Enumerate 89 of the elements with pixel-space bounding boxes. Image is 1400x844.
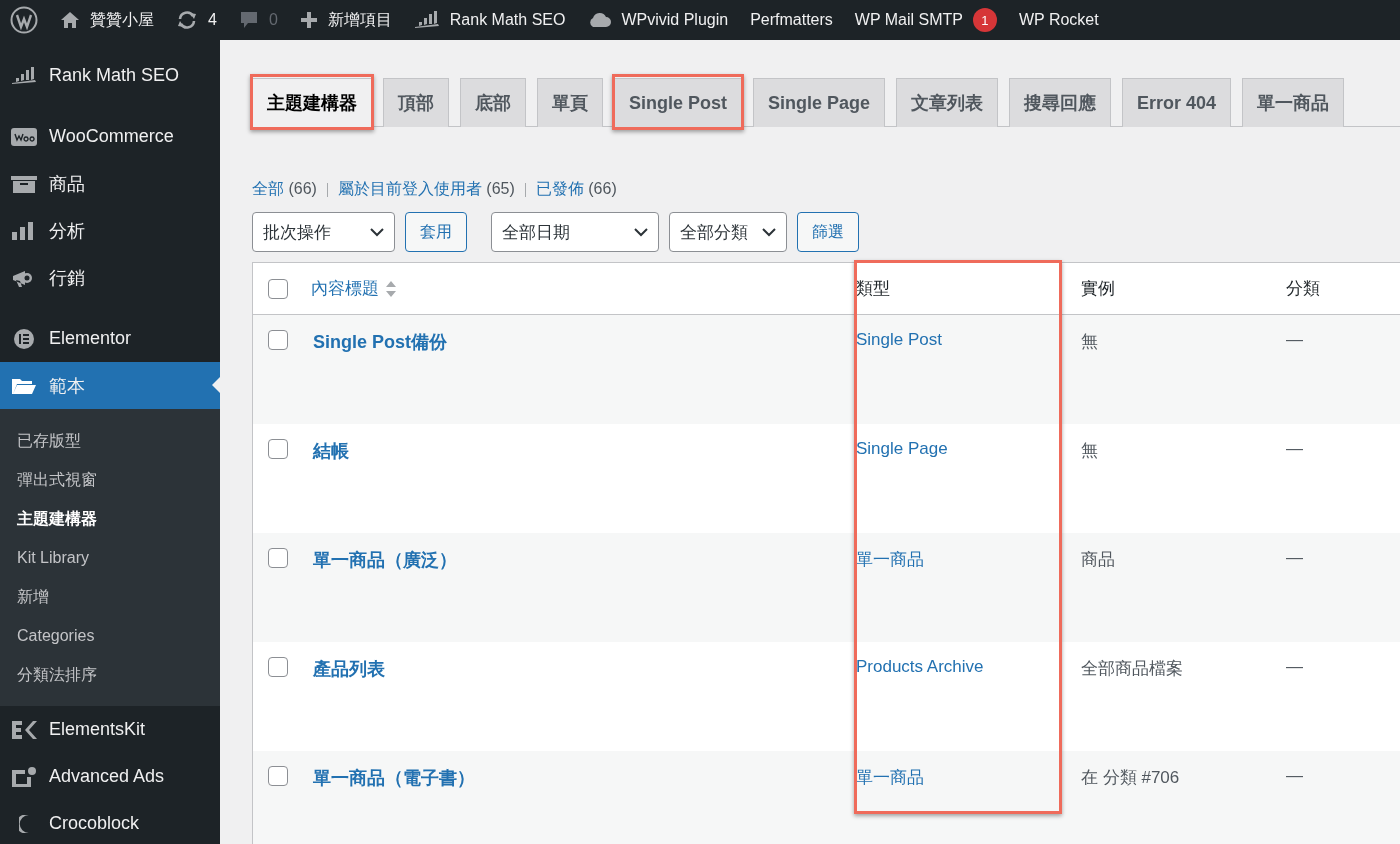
- tab[interactable]: 單一商品: [1242, 78, 1345, 127]
- tab[interactable]: Single Page: [753, 78, 886, 127]
- table-cell-text: 商品: [1081, 549, 1116, 571]
- checkbox[interactable]: [268, 278, 288, 299]
- chart-icon: [11, 65, 37, 86]
- toolbar-link[interactable]: 4: [208, 11, 217, 29]
- view-link[interactable]: 全部: [252, 180, 284, 197]
- dropdown[interactable]: 批次操作: [252, 212, 395, 252]
- chevron-down-icon: [370, 227, 384, 237]
- cloud-icon: [587, 11, 612, 29]
- tab[interactable]: 文章列表: [896, 78, 999, 127]
- refresh-icon: [176, 10, 198, 30]
- checkbox[interactable]: [268, 439, 288, 459]
- view-count: (66): [588, 180, 617, 197]
- toolbar-link[interactable]: Perfmatters: [750, 11, 833, 29]
- view-count: (65): [486, 180, 515, 197]
- toolbar-link[interactable]: 新增項目: [327, 9, 392, 31]
- table-cell-text: —: [1286, 766, 1304, 786]
- checkbox[interactable]: [268, 766, 288, 786]
- toolbar-link[interactable]: WP Rocket: [1018, 11, 1099, 29]
- template-title-link[interactable]: 結帳: [313, 439, 856, 463]
- comment-icon: [238, 10, 259, 30]
- chevron-down-icon: [762, 227, 776, 237]
- dropdown[interactable]: 全部日期: [491, 212, 659, 252]
- template-title-link[interactable]: 產品列表: [313, 657, 856, 681]
- table-cell-text: 無: [1081, 331, 1099, 353]
- checkbox[interactable]: [268, 657, 288, 677]
- sidebar-item[interactable]: 商品: [0, 160, 220, 207]
- wordpress-logo-icon[interactable]: [10, 6, 38, 34]
- submenu-item[interactable]: 主題建構器: [0, 499, 220, 538]
- type-link[interactable]: 單一商品: [856, 548, 1081, 571]
- type-link[interactable]: Products Archive: [856, 657, 1081, 677]
- type-link[interactable]: Single Post: [856, 330, 1081, 350]
- tab[interactable]: 頂部: [383, 78, 449, 127]
- plus-icon: [299, 11, 318, 29]
- toolbar-link[interactable]: WPvivid Plugin: [621, 11, 729, 29]
- notification-badge: 1: [972, 8, 997, 32]
- table-cell-text: —: [1286, 439, 1304, 459]
- submenu-item[interactable]: Categories: [0, 616, 220, 655]
- column-header: 類型: [856, 278, 891, 300]
- sidebar-item[interactable]: 範本: [0, 362, 220, 409]
- toolbar-link[interactable]: 贊贊小屋: [90, 9, 154, 31]
- table-cell-text: —: [1286, 548, 1304, 568]
- column-header: 實例: [1081, 278, 1116, 300]
- chevron-down-icon: [634, 227, 648, 237]
- template-title-link[interactable]: 單一商品（廣泛）: [313, 548, 856, 572]
- chart-icon: [413, 10, 440, 30]
- checkbox[interactable]: [268, 330, 288, 350]
- home-icon: [60, 10, 80, 30]
- sidebar-item[interactable]: Crocoblock: [0, 800, 220, 844]
- sidebar-item[interactable]: ElementsKit: [0, 706, 220, 753]
- table-cell-text: —: [1286, 330, 1304, 350]
- submenu-item[interactable]: 已存版型: [0, 421, 220, 460]
- template-title-link[interactable]: 單一商品（電子書）: [313, 766, 856, 790]
- tab[interactable]: 搜尋回應: [1009, 78, 1112, 127]
- submenu-item[interactable]: Kit Library: [0, 538, 220, 577]
- view-link[interactable]: 屬於目前登入使用者: [337, 180, 482, 197]
- tab[interactable]: 底部: [460, 78, 526, 127]
- submenu-item[interactable]: 分類法排序: [0, 655, 220, 694]
- dropdown[interactable]: 全部分類: [669, 212, 787, 252]
- checkbox[interactable]: [268, 548, 288, 568]
- filter-button[interactable]: 套用: [405, 212, 467, 252]
- toolbar-link[interactable]: Rank Math SEO: [449, 11, 566, 29]
- column-header[interactable]: 內容標題: [311, 277, 856, 300]
- tab[interactable]: 單頁: [537, 78, 603, 127]
- column-header: 分類: [1286, 278, 1321, 300]
- woo-icon: [11, 126, 37, 147]
- tab[interactable]: Error 404: [1122, 78, 1232, 127]
- box-icon: [11, 173, 37, 194]
- crescent-icon: [19, 814, 29, 833]
- type-link[interactable]: Single Page: [856, 439, 1081, 459]
- view-link[interactable]: 已發佈: [535, 180, 584, 197]
- toolbar-link[interactable]: WP Mail SMTP: [854, 11, 963, 29]
- sidebar-item[interactable]: Advanced Ads: [0, 753, 220, 800]
- table-cell-text: 無: [1081, 440, 1099, 462]
- sidebar-item[interactable]: 行銷: [0, 254, 220, 301]
- sidebar-item[interactable]: Elementor: [0, 315, 220, 362]
- submenu-item[interactable]: 新增: [0, 577, 220, 616]
- template-title-link[interactable]: Single Post備份: [313, 330, 856, 354]
- sidebar-item[interactable]: Rank Math SEO: [0, 52, 220, 99]
- table-cell-text: 在 分類 #706: [1081, 767, 1181, 789]
- view-count: (66): [288, 180, 317, 197]
- filter-button[interactable]: 篩選: [797, 212, 859, 252]
- table-cell-text: 全部商品檔案: [1081, 658, 1184, 680]
- submenu-item[interactable]: 彈出式視窗: [0, 460, 220, 499]
- sidebar-item[interactable]: 分析: [0, 207, 220, 254]
- type-link[interactable]: 單一商品: [856, 766, 1081, 789]
- table-cell-text: —: [1286, 657, 1304, 677]
- sidebar-item[interactable]: WooCommerce: [0, 113, 220, 160]
